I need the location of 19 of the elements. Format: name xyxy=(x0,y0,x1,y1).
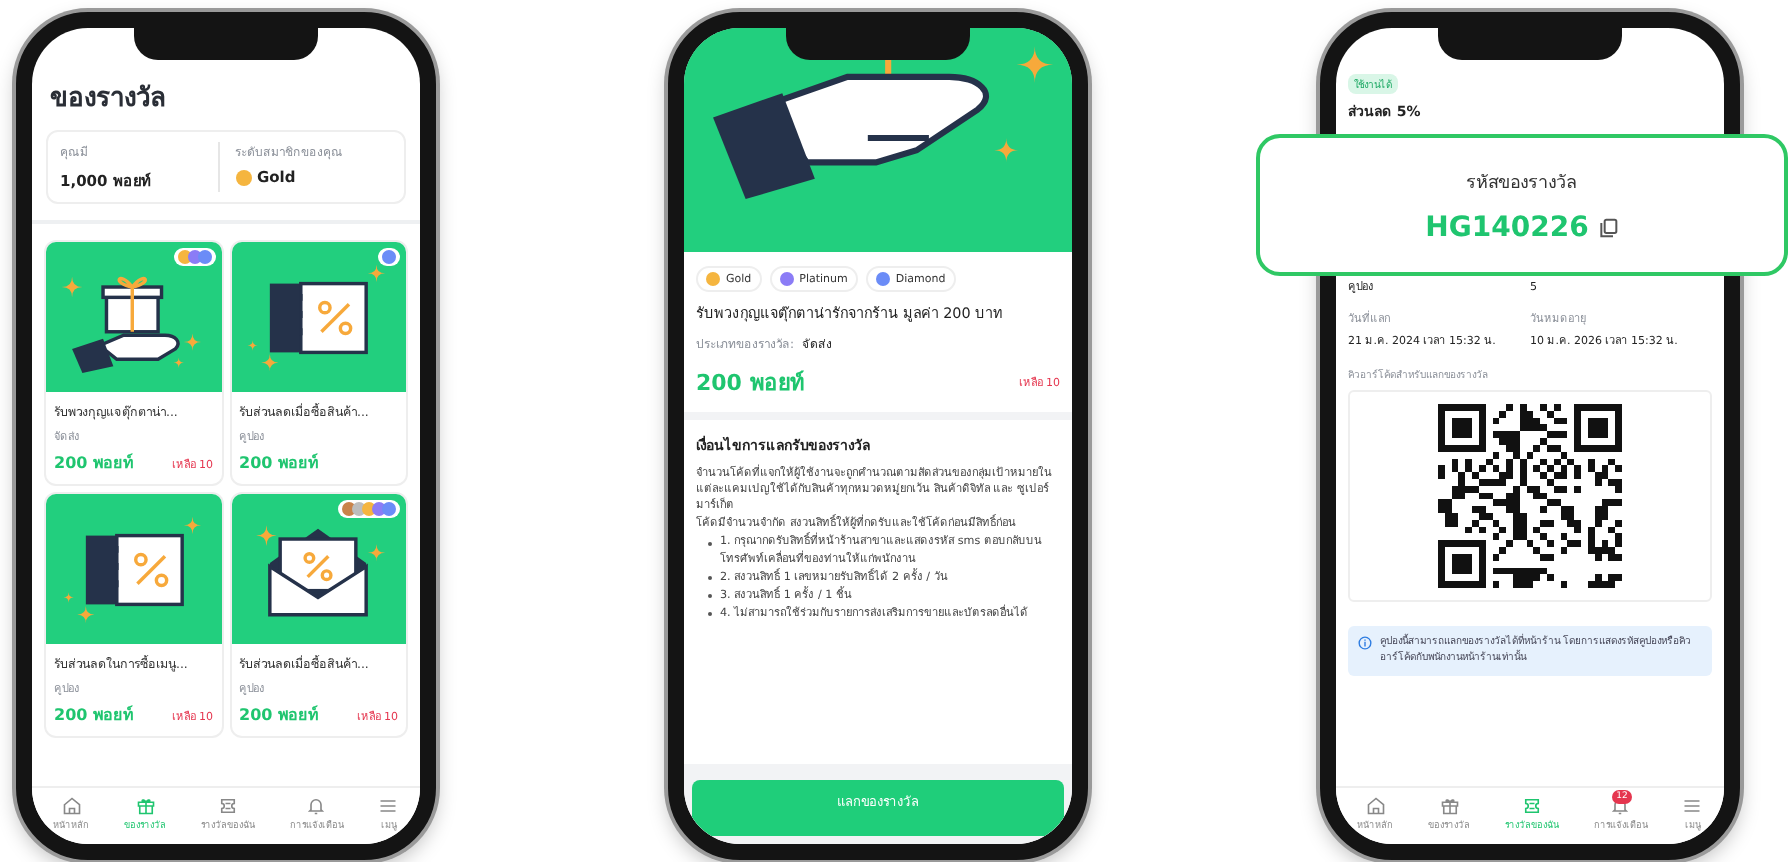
reward-points: 200 พอยท์ xyxy=(239,451,318,476)
page-title: ของรางวัล xyxy=(48,82,168,118)
reward-points: 200 พอยท์ xyxy=(239,703,318,728)
ticket-icon xyxy=(1521,796,1542,816)
bell-icon xyxy=(306,796,327,816)
gift-icon xyxy=(1439,796,1460,816)
home-icon xyxy=(1365,796,1386,816)
info-icon xyxy=(1358,636,1372,650)
home-icon xyxy=(61,796,82,816)
reward-code: HG140226 xyxy=(1425,211,1589,243)
menu-icon xyxy=(378,796,399,816)
reward-points: 200 พอยท์ xyxy=(54,703,133,728)
gift-icon xyxy=(135,796,156,816)
copy-icon[interactable] xyxy=(1598,217,1619,237)
ticket-icon xyxy=(217,796,238,816)
reward-points: 200 พอยท์ xyxy=(54,451,133,476)
reward-points: 200 พอยท์ xyxy=(696,368,804,400)
code-label: รหัสของรางวัล xyxy=(1466,171,1578,195)
menu-icon xyxy=(1682,796,1703,816)
